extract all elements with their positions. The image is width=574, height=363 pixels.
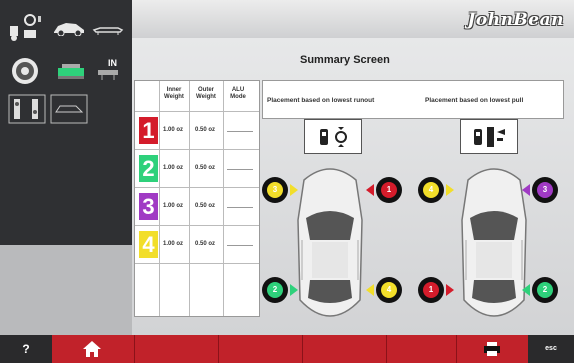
outer-weight-2: 0.50 oz [195,165,216,171]
alu-mode-1[interactable] [227,122,253,132]
table-row: 1 1.00 oz 0.50 oz [135,111,259,150]
pull-view-button[interactable] [460,119,518,154]
plane-number-1: 1 [139,117,158,144]
arrow-left-indicator [522,284,530,296]
placement-header: Placement based on lowest runout Placeme… [262,80,564,119]
outer-weight-3: 0.50 oz [195,203,216,209]
home-button[interactable] [52,335,134,363]
outer-weight-4: 0.50 oz [195,241,216,247]
wheel-front-left-runout[interactable]: 3 [262,177,288,203]
arrow-right-indicator [290,184,298,196]
table-row: 2 1.00 oz 0.50 oz [135,149,259,188]
car-side-icon[interactable] [52,20,86,36]
header-outer-weight: Outer Weight [196,87,216,100]
arrow-right-indicator [446,184,454,196]
outer-weight-1: 0.50 oz [195,127,216,133]
wheel-front-left-pull[interactable]: 4 [418,177,444,203]
wheel-rear-left-pull[interactable]: 1 [418,277,444,303]
alu-mode-3[interactable] [227,198,253,208]
wheel-number: 2 [537,282,553,298]
inner-weight-3: 1.00 oz [163,203,184,209]
wheel-icon[interactable] [10,56,40,86]
wheel-rear-right-runout[interactable]: 4 [376,277,402,303]
placement-pull-label: Placement based on lowest pull [425,97,524,104]
toolbar-slot[interactable] [302,335,387,363]
wheel-number: 2 [267,282,283,298]
weights-table: Inner Weight Outer Weight ALU Mode 1 1.0… [134,80,260,317]
green-balancer-icon[interactable] [56,60,86,82]
header-alu-mode: ALU Mode [230,87,246,100]
in-weight-icon[interactable]: IN [94,56,124,82]
header-band: JohnBean [132,0,574,38]
printer-icon [484,342,500,356]
alu-mode-icon[interactable] [8,94,46,124]
brand-logo: JohnBean [467,10,564,30]
header-inner-weight: Inner Weight [164,87,184,100]
page-title: Summary Screen [300,54,390,66]
runout-view-button[interactable] [304,119,362,154]
toolbar-slot[interactable] [134,335,219,363]
home-icon [83,341,101,357]
arrow-left-indicator [366,184,374,196]
arrow-left-indicator [522,184,530,196]
placement-runout-label: Placement based on lowest runout [267,97,375,104]
svg-text:IN: IN [108,58,117,68]
plane-number-4: 4 [139,231,158,258]
wheel-rear-right-pull[interactable]: 2 [532,277,558,303]
wheel-number: 3 [537,182,553,198]
print-button[interactable] [456,335,529,363]
table-row: 4 1.00 oz 0.50 oz [135,225,259,264]
table-row [135,263,259,316]
help-button[interactable]: ? [0,335,52,363]
inner-weight-1: 1.00 oz [163,127,184,133]
car-top-view-runout [297,168,363,317]
runout-diagram-icon [320,127,347,147]
table-row: 3 1.00 oz 0.50 oz [135,187,259,226]
plane-number-3: 3 [139,193,158,220]
toolbar-slot[interactable] [386,335,457,363]
wheel-rear-left-runout[interactable]: 2 [262,277,288,303]
car-lift-icon[interactable] [92,22,124,36]
wheel-number: 1 [423,282,439,298]
wheel-front-right-runout[interactable]: 1 [376,177,402,203]
wheel-number: 1 [381,182,397,198]
inner-weight-2: 1.00 oz [163,165,184,171]
plane-number-2: 2 [139,155,158,182]
weights-icon[interactable] [8,12,44,44]
esc-button[interactable]: esc [528,335,574,363]
arrow-right-indicator [290,284,298,296]
arrow-right-indicator [446,284,454,296]
pull-diagram-icon [474,127,505,147]
wheel-number: 4 [381,282,397,298]
wheel-front-right-pull[interactable]: 3 [532,177,558,203]
car-outline-icon[interactable] [50,94,88,124]
toolbar-slot[interactable] [218,335,303,363]
sidebar: IN [0,0,132,245]
wheel-number: 4 [423,182,439,198]
alu-mode-2[interactable] [227,160,253,170]
sidebar-empty-area [0,245,132,335]
wheel-number: 3 [267,182,283,198]
inner-weight-4: 1.00 oz [163,241,184,247]
arrow-left-indicator [366,284,374,296]
alu-mode-4[interactable] [227,236,253,246]
